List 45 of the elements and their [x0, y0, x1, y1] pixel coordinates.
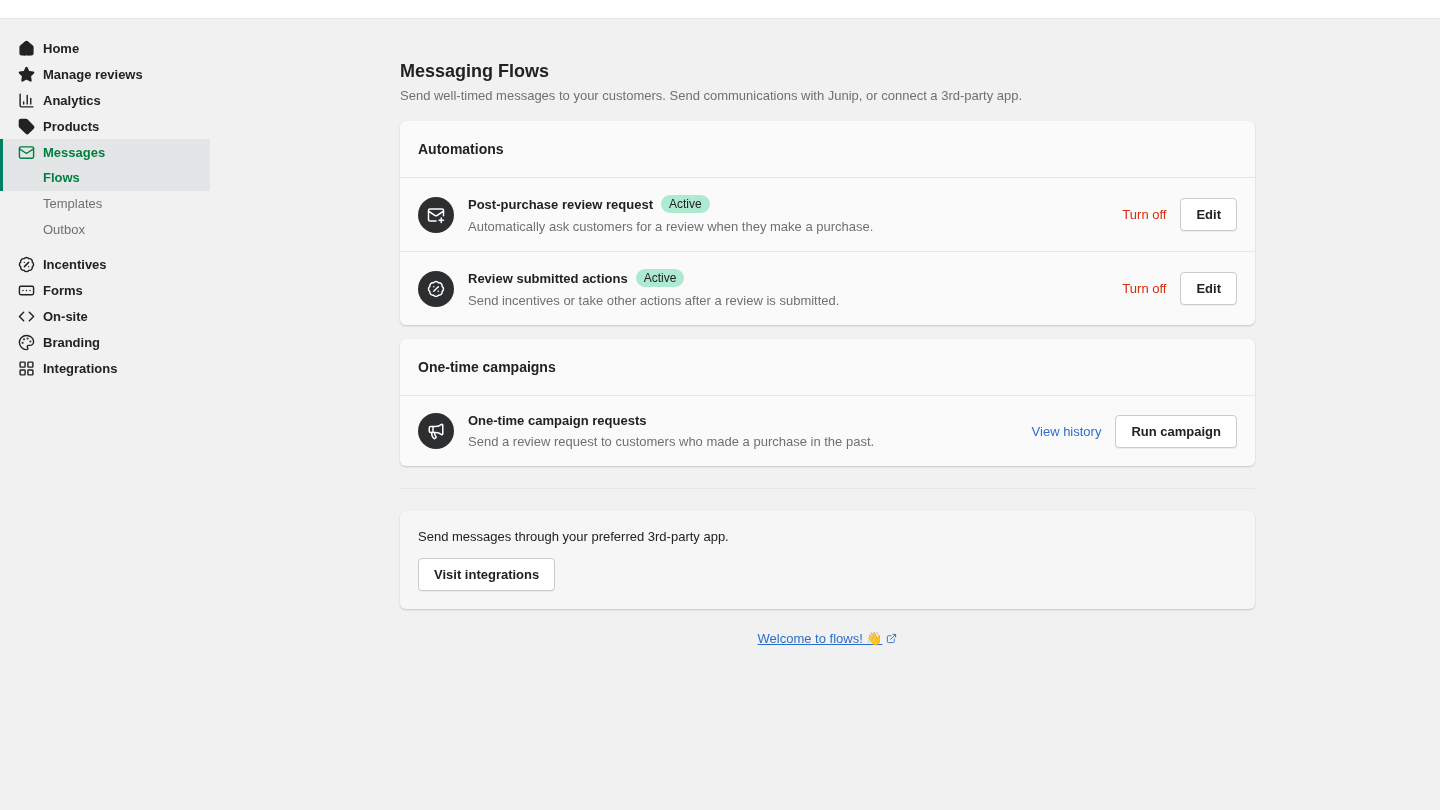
sidebar-item[interactable]: Manage reviews	[0, 61, 210, 87]
history-link[interactable]: View history	[1031, 423, 1102, 439]
flow-description: Send a review request to customers who made a purchase in the past.	[468, 434, 876, 449]
action-button[interactable]: Edit	[1180, 198, 1237, 231]
star-icon	[18, 65, 35, 83]
status-badge: Active	[635, 269, 685, 287]
tag-icon	[18, 117, 35, 135]
sidebar-item[interactable]: Analytics	[0, 87, 210, 113]
page-title: Messaging Flows	[400, 61, 551, 82]
sidebar-item[interactable]: Forms	[0, 277, 210, 303]
flow-title: Post-purchase review request	[468, 196, 653, 212]
flow-description: Send incentives or take other actions after a review is submitted.	[468, 293, 841, 308]
sidebar-item[interactable]: On-site	[0, 303, 210, 329]
sidebar-subitem[interactable]: Flows	[0, 165, 210, 191]
sidebar-item[interactable]: Home	[0, 35, 210, 61]
sidebar-item[interactable]: Products	[0, 113, 210, 139]
home-icon	[18, 39, 35, 57]
sidebar-item[interactable]: Messages	[0, 139, 210, 165]
welcome-link[interactable]: Welcome to flows! 👋	[757, 631, 898, 646]
percent-badge-icon	[18, 255, 35, 273]
sidebar-item[interactable]: Branding	[0, 329, 210, 355]
page-subtitle: Send well-timed messages to your customers. Send communications with Junip, or connect a 3rd-party app.	[400, 88, 1024, 103]
palette-icon	[18, 333, 35, 351]
turn-off-link[interactable]: Turn off	[1122, 281, 1167, 296]
section-title: Automations	[400, 121, 1255, 178]
section-title: One-time campaigns	[400, 339, 1255, 396]
action-button[interactable]: Edit	[1180, 272, 1237, 305]
percent-badge-icon	[418, 270, 454, 307]
integrations-text: Send messages through your preferred 3rd-party app.	[418, 529, 729, 544]
sidebar-item[interactable]: Integrations	[0, 355, 210, 381]
external-link-icon	[886, 633, 898, 644]
sidebar-subitem[interactable]: Templates	[0, 191, 210, 217]
flow-title: One-time campaign requests	[468, 413, 647, 428]
flow-title: Review submitted actions	[468, 270, 628, 286]
turn-off-link[interactable]: Turn off	[1122, 207, 1167, 222]
bar-chart-icon	[18, 91, 35, 109]
action-button[interactable]: Run campaign	[1115, 414, 1237, 448]
envelope-icon	[418, 196, 454, 233]
envelope-icon	[18, 143, 35, 161]
status-badge: Active	[660, 195, 710, 213]
visit-integrations-button[interactable]: Visit integrations	[418, 558, 556, 591]
sidebar-subitem[interactable]: Outbox	[0, 217, 210, 243]
flow-description: Automatically ask customers for a review when they make a purchase.	[468, 219, 875, 234]
sidebar-item[interactable]: Incentives	[0, 251, 210, 277]
megaphone-icon	[418, 413, 454, 449]
